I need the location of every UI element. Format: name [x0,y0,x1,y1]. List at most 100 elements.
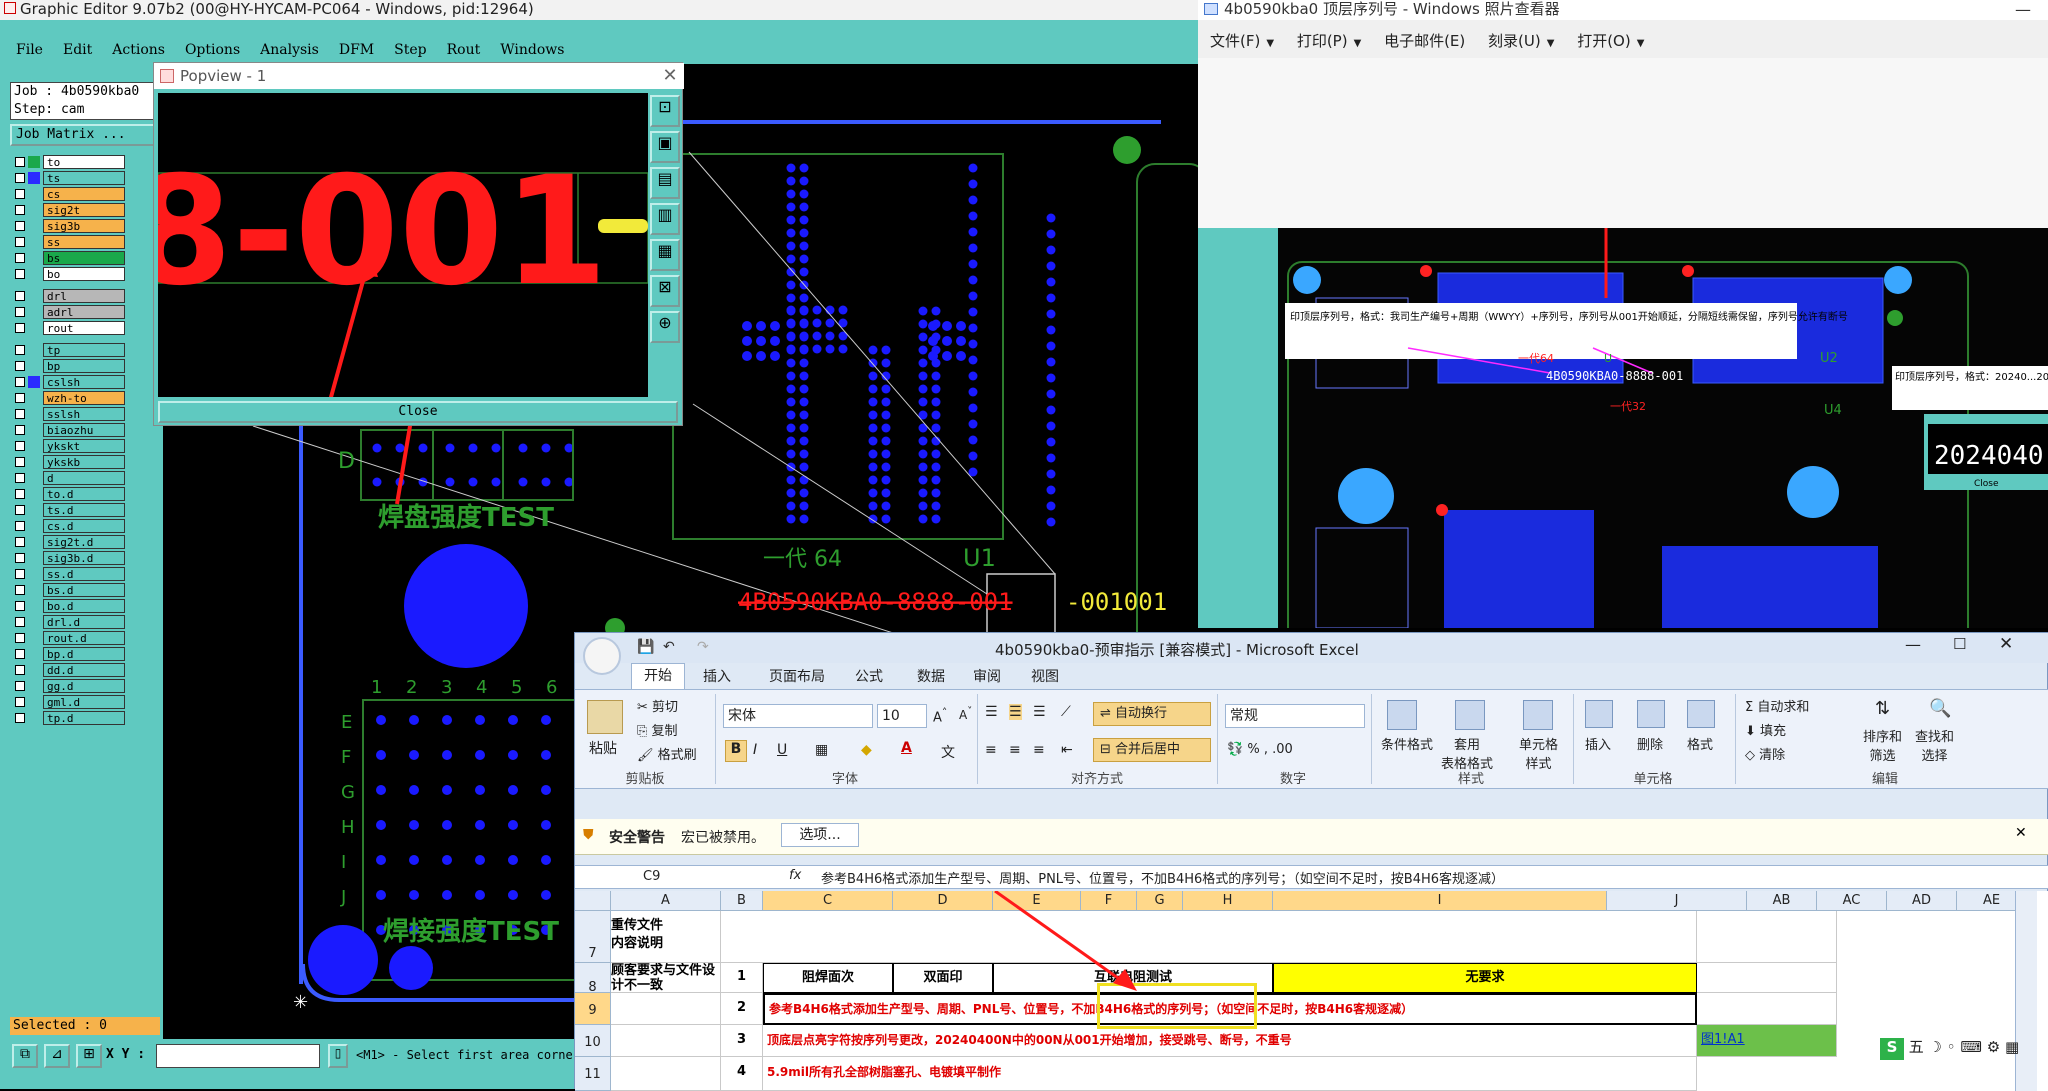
layer-row[interactable]: bp [12,358,134,374]
layer-checkbox[interactable] [15,697,25,707]
popview-tool-1-icon[interactable]: ⊡ [650,95,680,127]
cell-a10[interactable] [611,1025,721,1057]
excel-close-icon[interactable]: ✕ [1999,634,2013,654]
layer-row[interactable]: ts.d [12,502,134,518]
layer-checkbox[interactable] [15,633,25,643]
tab-insert[interactable]: 插入 [703,666,731,686]
layer-name[interactable]: d [43,471,125,485]
layer-row[interactable]: rout.d [12,630,134,646]
row-header-9[interactable]: 9 [575,993,611,1025]
menu-actions[interactable]: Actions [112,36,165,64]
menu-dfm[interactable]: DFM [339,36,374,64]
layer-name[interactable]: dd.d [43,663,125,677]
layer-checkbox[interactable] [15,425,25,435]
layer-name[interactable]: sig3b.d [43,551,125,565]
align-right-icon[interactable]: ≡ [1033,742,1045,758]
bold-button[interactable]: B [725,740,747,762]
layer-row[interactable]: sig2t [12,202,134,218]
tab-view[interactable]: 视图 [1031,666,1059,686]
layer-name[interactable]: to.d [43,487,125,501]
security-close-icon[interactable]: ✕ [2015,825,2027,841]
layer-row[interactable]: to.d [12,486,134,502]
insert-cells-button[interactable]: 插入 [1585,734,1611,753]
layer-row[interactable]: ss [12,234,134,250]
format-cells-button[interactable]: 格式 [1687,734,1713,753]
layer-checkbox[interactable] [15,457,25,467]
font-color-icon[interactable]: A [901,740,912,756]
popview-close-icon[interactable]: ✕ [660,65,680,86]
column-header[interactable]: C [763,891,893,911]
photo-minimize-icon[interactable]: — [2008,0,2038,19]
layer-row[interactable]: bs [12,250,134,266]
cell-a11[interactable] [611,1057,721,1091]
insert-cells-icon[interactable] [1585,700,1613,728]
layer-checkbox[interactable] [15,307,25,317]
paste-button[interactable]: 粘贴 [589,738,617,758]
layer-name[interactable]: sig3b [43,219,125,233]
cell-b11[interactable]: 4 [721,1057,763,1091]
layer-row[interactable]: drl.d [12,614,134,630]
layer-checkbox[interactable] [15,291,25,301]
photo-menu-burn[interactable]: 刻录(U) [1488,26,1541,56]
layer-checkbox[interactable] [15,585,25,595]
layer-name[interactable]: cs [43,187,125,201]
layer-row[interactable]: sslsh [12,406,134,422]
security-options-button[interactable]: 选项... [781,823,859,847]
layer-checkbox[interactable] [15,361,25,371]
layer-checkbox[interactable] [15,537,25,547]
layer-name[interactable]: to [43,155,125,169]
formula-content[interactable]: 参考B4H6格式添加生产型号、周期、PNL号、位置号，不加B4H6格式的序列号；… [821,868,1504,887]
font-size-select[interactable]: 10 [877,704,927,728]
layer-row[interactable]: gg.d [12,678,134,694]
layer-name[interactable]: ss [43,235,125,249]
align-middle-icon[interactable]: ☰ [1009,704,1022,720]
menu-analysis[interactable]: Analysis [260,36,319,64]
shrink-font-icon[interactable]: A˅ [959,706,972,722]
menu-windows[interactable]: Windows [500,36,564,64]
layer-row[interactable]: ss.d [12,566,134,582]
layer-checkbox[interactable] [15,713,25,723]
layer-name[interactable]: sig2t [43,203,125,217]
delete-cells-icon[interactable] [1637,700,1665,728]
layer-checkbox[interactable] [15,649,25,659]
align-top-icon[interactable]: ☰ [985,704,998,720]
quick-undo-icon[interactable]: ↶ [663,639,675,655]
cell-a7[interactable]: 重传文件 内容说明 [611,911,721,963]
layer-name[interactable]: bo [43,267,125,281]
cell-style-icon[interactable] [1523,700,1553,730]
number-format-select[interactable]: 常规 [1225,704,1365,728]
layer-checkbox[interactable] [15,269,25,279]
fx-icon[interactable]: fx [789,868,801,883]
layer-checkbox[interactable] [15,489,25,499]
layer-checkbox[interactable] [15,157,25,167]
format-painter-button[interactable]: 🖌 格式刷 [637,744,697,763]
layer-name[interactable]: rout [43,321,125,335]
cell-j7[interactable] [1697,911,1837,963]
layer-name[interactable]: cs.d [43,519,125,533]
office-button[interactable] [583,637,621,675]
layer-row[interactable]: drl [12,288,134,304]
photo-menu-open[interactable]: 打开(O) [1577,26,1631,56]
row-header-11[interactable]: 11 [575,1057,611,1091]
layer-checkbox[interactable] [15,393,25,403]
layer-row[interactable]: bo [12,266,134,282]
grid-icon[interactable]: ⊞ [76,1044,102,1068]
popview-tool-7-icon[interactable]: ⊕ [650,311,680,343]
tab-page-layout[interactable]: 页面布局 [769,666,825,686]
photo-menu-email[interactable]: 电子邮件(E) [1384,26,1465,56]
layer-name[interactable]: drl.d [43,615,125,629]
menu-step[interactable]: Step [394,36,426,64]
layer-checkbox[interactable] [15,237,25,247]
layer-name[interactable]: bp.d [43,647,125,661]
layer-checkbox[interactable] [15,505,25,515]
layer-checkbox[interactable] [15,601,25,611]
layer-name[interactable]: gg.d [43,679,125,693]
popview-tool-2-icon[interactable]: ▣ [650,131,680,163]
row-header-10[interactable]: 10 [575,1025,611,1057]
cell-style-button[interactable]: 单元格 样式 [1519,734,1558,772]
layer-row[interactable]: rout [12,320,134,336]
layer-name[interactable]: ts [43,171,125,185]
menu-file[interactable]: File [16,36,43,64]
align-bottom-icon[interactable]: ☰ [1033,704,1046,720]
layer-row[interactable]: sig2t.d [12,534,134,550]
